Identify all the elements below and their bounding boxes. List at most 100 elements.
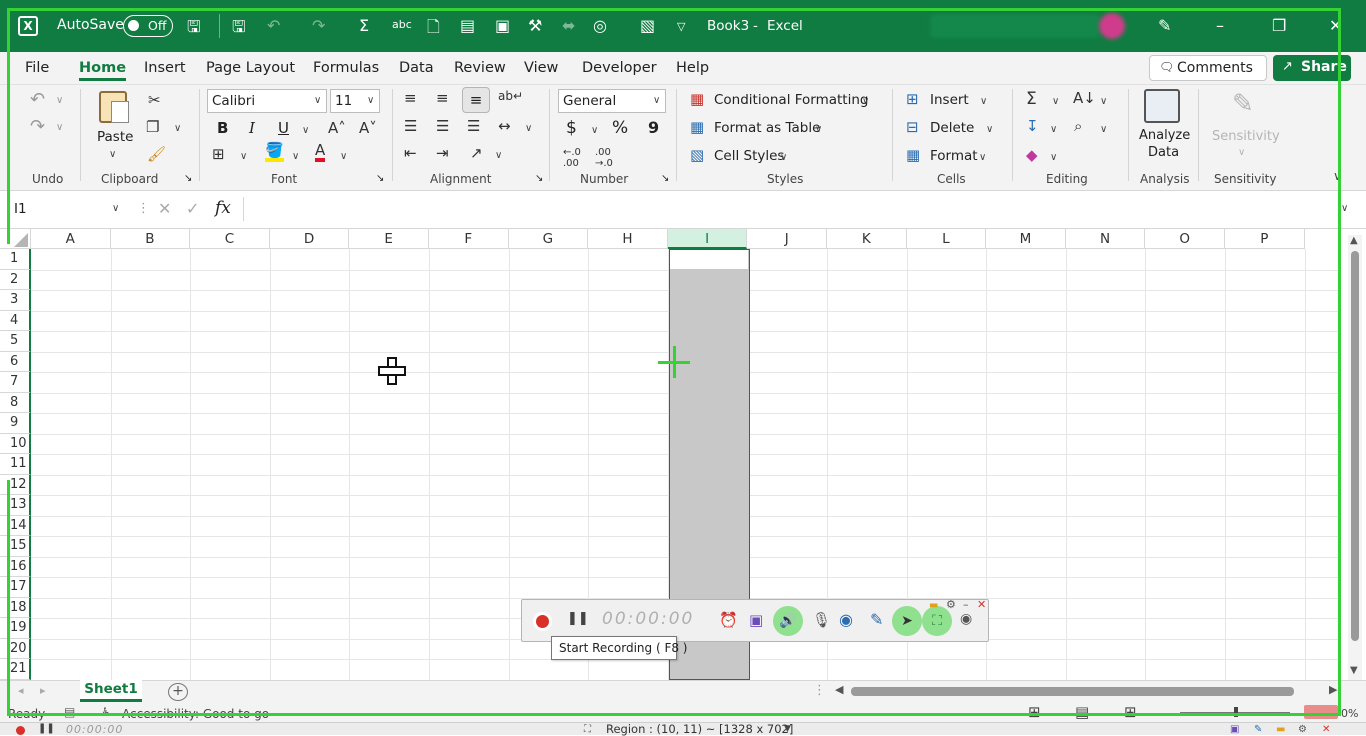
new-file-icon[interactable]: 🗋 xyxy=(427,16,440,43)
comments-button[interactable]: 🗨 Comments xyxy=(1149,55,1267,81)
column-header-f[interactable]: F xyxy=(429,229,509,249)
save-icon[interactable]: 🖫 xyxy=(187,16,201,43)
scroll-up-icon[interactable]: ▲ xyxy=(1350,235,1358,246)
column-header-g[interactable]: G xyxy=(508,229,589,249)
column-header-i[interactable]: I xyxy=(667,229,748,249)
align-top-icon[interactable]: ≡ xyxy=(404,89,417,107)
column-header-c[interactable]: C xyxy=(190,229,270,249)
pen-icon[interactable]: ✎ xyxy=(1254,723,1262,736)
zoom-level[interactable]: 0% xyxy=(1341,707,1358,720)
redo-icon[interactable]: ↷ xyxy=(312,16,325,35)
row-header-18[interactable]: 18 xyxy=(0,597,31,618)
add-sheet-button[interactable]: + xyxy=(168,683,188,701)
normal-view-icon[interactable]: ⊞ xyxy=(1028,703,1041,721)
chevron-down-icon[interactable]: ∨ xyxy=(591,125,598,136)
conditional-formatting-button[interactable]: Conditional Formatting xyxy=(714,92,868,108)
row-header-20[interactable]: 20 xyxy=(0,638,31,659)
chevron-down-icon[interactable]: ∨ xyxy=(1100,96,1107,107)
chevron-down-icon[interactable]: ∨ xyxy=(1050,152,1057,163)
comma-button[interactable]: 9 xyxy=(648,118,659,137)
insert-cells-icon[interactable]: ⊞ xyxy=(906,90,919,108)
page-break-view-icon[interactable]: ⊞ xyxy=(1124,703,1137,721)
menu-page-layout[interactable]: Page Layout xyxy=(206,60,295,76)
formula-input[interactable] xyxy=(243,197,1333,221)
chevron-down-icon[interactable]: ∨ xyxy=(980,96,987,107)
camera-icon[interactable]: ▣ xyxy=(749,611,763,629)
number-format-select[interactable]: General ∨ xyxy=(558,89,666,113)
microphone-icon[interactable]: 🎙 xyxy=(812,611,831,629)
eye-icon[interactable]: ◉ xyxy=(960,611,972,627)
menu-developer[interactable]: Developer xyxy=(582,60,657,76)
underline-button[interactable]: U xyxy=(278,119,289,137)
customize-qat-icon[interactable]: ▽ xyxy=(677,20,685,33)
cell-styles-button[interactable]: Cell Styles xyxy=(714,148,784,164)
autosum-icon[interactable]: Σ xyxy=(359,16,369,35)
pause-icon[interactable]: ❚❚ xyxy=(567,611,589,626)
column-header-j[interactable]: J xyxy=(747,229,827,249)
menu-review[interactable]: Review xyxy=(454,60,506,76)
minimize-icon[interactable]: – xyxy=(963,598,969,611)
dialog-launcher-icon[interactable]: ↘ xyxy=(535,173,543,184)
copy-icon[interactable]: ❐ xyxy=(146,118,159,136)
chevron-down-icon[interactable]: ∨ xyxy=(340,151,347,162)
restore-icon[interactable]: ❐ xyxy=(1272,16,1286,35)
horizontal-scroll-thumb[interactable] xyxy=(851,687,1294,696)
menu-view[interactable]: View xyxy=(524,60,558,76)
insert-cells-button[interactable]: Insert xyxy=(930,92,969,108)
next-sheet-icon[interactable]: ▸ xyxy=(40,684,46,697)
scroll-down-icon[interactable]: ▼ xyxy=(1350,665,1358,676)
folder-icon[interactable]: ▬ xyxy=(929,600,938,611)
insert-function-icon[interactable]: fx xyxy=(215,198,231,218)
delete-cells-button[interactable]: Delete xyxy=(930,120,974,136)
undo-icon[interactable]: ↶ xyxy=(30,89,45,110)
cancel-icon[interactable]: ✕ xyxy=(158,199,171,218)
scroll-right-icon[interactable]: ▶ xyxy=(1329,683,1337,696)
gear-icon[interactable]: ⚙ xyxy=(1298,723,1307,736)
menu-formulas[interactable]: Formulas xyxy=(313,60,379,76)
macro-icon[interactable]: ⚒ xyxy=(528,16,542,35)
record-button[interactable] xyxy=(533,612,552,631)
column-header-b[interactable]: B xyxy=(110,229,191,249)
currency-button[interactable]: $ xyxy=(566,118,577,138)
dialog-launcher-icon[interactable]: ↘ xyxy=(661,173,669,184)
row-header-15[interactable]: 15 xyxy=(0,536,31,557)
format-as-table-button[interactable]: Format as Table xyxy=(714,120,820,136)
italic-button[interactable]: I xyxy=(249,119,255,137)
row-header-5[interactable]: 5 xyxy=(0,331,31,352)
find-icon[interactable]: ⌕ xyxy=(1074,117,1082,135)
region-dropdown-icon[interactable]: ▼ xyxy=(784,723,791,736)
menu-help[interactable]: Help xyxy=(676,60,709,76)
spelling-icon[interactable]: abc xyxy=(392,18,412,31)
row-header-3[interactable]: 3 xyxy=(0,290,31,311)
pause-icon[interactable]: ❚❚ xyxy=(38,723,55,735)
column-header-a[interactable]: A xyxy=(31,229,111,249)
row-header-12[interactable]: 12 xyxy=(0,474,31,495)
row-header-6[interactable]: 6 xyxy=(0,351,31,372)
format-cells-button[interactable]: Format xyxy=(930,148,978,164)
chevron-down-icon[interactable]: ∨ xyxy=(979,152,986,163)
camera-icon[interactable]: ▣ xyxy=(1230,723,1239,736)
orientation-icon[interactable]: ↗ xyxy=(470,144,483,162)
column-header-n[interactable]: N xyxy=(1065,229,1146,249)
format-painter-icon[interactable]: 🖌 xyxy=(147,145,166,163)
split-handle-icon[interactable]: ⋮ xyxy=(813,683,826,698)
increase-decimal-icon[interactable]: ←.0.00 xyxy=(563,147,581,169)
chevron-down-icon[interactable]: ∨ xyxy=(56,122,63,133)
chevron-down-icon[interactable]: ∨ xyxy=(292,151,299,162)
name-box[interactable]: I1 ∨ xyxy=(8,197,128,221)
row-header-19[interactable]: 19 xyxy=(0,618,31,639)
chevron-down-icon[interactable]: ∨ xyxy=(1100,124,1107,135)
close-icon[interactable]: ✕ xyxy=(1322,723,1330,736)
record-dot-icon[interactable] xyxy=(16,726,25,735)
column-header-d[interactable]: D xyxy=(269,229,350,249)
chevron-down-icon[interactable]: ∨ xyxy=(525,123,532,134)
row-header-14[interactable]: 14 xyxy=(0,515,31,536)
paste-button[interactable]: Paste ∨ xyxy=(93,89,137,161)
chevron-down-icon[interactable]: ∨ xyxy=(495,150,502,161)
column-header-l[interactable]: L xyxy=(906,229,987,249)
row-header-4[interactable]: 4 xyxy=(0,310,31,331)
align-left-icon[interactable]: ☰ xyxy=(404,117,417,135)
cell-styles-icon[interactable]: ▧ xyxy=(690,146,704,164)
row-header-17[interactable]: 17 xyxy=(0,577,31,598)
decrease-font-icon[interactable]: A˅ xyxy=(359,119,377,137)
